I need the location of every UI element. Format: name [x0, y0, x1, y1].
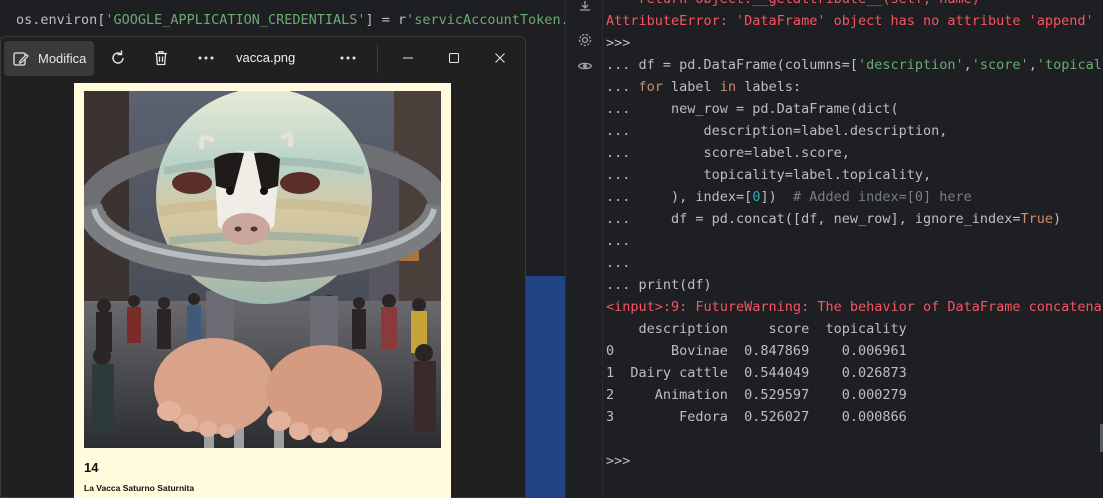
table-row: 2 Animation 0.529597 0.000279 [606, 387, 907, 403]
console-gutter [566, 0, 603, 498]
console-line: ... [606, 233, 631, 249]
rotate-icon[interactable] [107, 47, 129, 69]
console-output[interactable]: return object.__getattribute__(self, nam… [604, 0, 1103, 498]
code-line: os.environ['GOOGLE_APPLICATION_CREDENTIA… [16, 12, 577, 28]
console-line: ... df = pd.DataFrame(columns=['descript… [606, 57, 1103, 73]
console-line: ... df = pd.concat([df, new_row], ignore… [606, 211, 1062, 227]
table-row: 1 Dairy cattle 0.544049 0.026873 [606, 365, 907, 381]
photos-window[interactable]: Modifica vacca.png 14 La Vacca Saturno S… [0, 36, 526, 498]
edit-icon [12, 50, 30, 68]
card-caption: La Vacca Saturno Saturnita [84, 483, 195, 493]
delete-icon[interactable] [150, 47, 172, 69]
console-line: ... [606, 255, 631, 271]
console-line: return object.__getattribute__(self, nam… [604, 0, 1103, 10]
more-icon[interactable] [337, 47, 359, 69]
selection-highlight [526, 276, 565, 498]
python-console[interactable]: return object.__getattribute__(self, nam… [565, 0, 1103, 498]
file-name: vacca.png [236, 50, 296, 65]
image-card: 14 La Vacca Saturno Saturnita [74, 83, 451, 498]
console-warning-line: <input>:9: FutureWarning: The behavior o… [606, 299, 1103, 315]
view-variables-icon[interactable] [576, 58, 594, 76]
card-number: 14 [84, 460, 99, 475]
table-row: 0 Bovinae 0.847869 0.006961 [606, 343, 907, 359]
console-line: ... ), index=[0]) # Added index=[0] here [606, 189, 972, 205]
more-icon[interactable] [195, 47, 217, 69]
console-line: ... for label in labels: [606, 79, 802, 95]
console-prompt[interactable]: >>> [604, 450, 1103, 472]
table-header: description score topicality [606, 321, 907, 337]
edit-button[interactable]: Modifica [4, 41, 94, 76]
close-icon[interactable] [489, 47, 511, 69]
minimize-icon[interactable] [397, 47, 419, 69]
console-line: ... score=label.score, [606, 145, 850, 161]
console-line: ... description=label.description, [606, 123, 948, 139]
console-line: ... topicality=label.topicality, [606, 167, 932, 183]
toolbar-divider [377, 45, 378, 73]
console-line: ... print(df) [606, 277, 712, 293]
maximize-icon[interactable] [443, 47, 465, 69]
scroll-to-end-icon[interactable] [576, 0, 594, 14]
edit-button-label: Modifica [38, 51, 87, 66]
photos-toolbar: Modifica vacca.png [1, 37, 525, 83]
table-row: 3 Fedora 0.526027 0.000866 [606, 409, 907, 425]
console-line: >>> [606, 35, 631, 51]
cow-saturn-image[interactable] [84, 91, 441, 448]
console-line: AttributeError: 'DataFrame' object has n… [606, 13, 1094, 29]
settings-icon[interactable] [576, 32, 594, 50]
console-line: ... new_row = pd.DataFrame(dict( [606, 101, 899, 117]
